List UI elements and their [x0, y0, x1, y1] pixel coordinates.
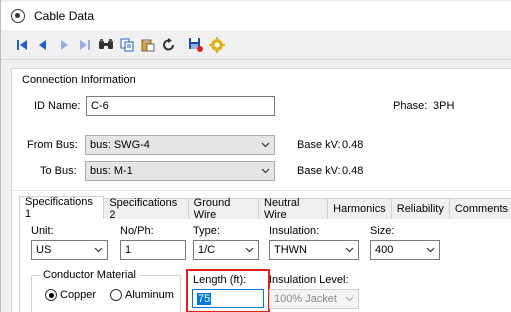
- copy-icon[interactable]: [118, 36, 136, 54]
- insulation-select[interactable]: THWN: [269, 240, 359, 260]
- previous-record-icon[interactable]: [34, 36, 52, 54]
- conductor-material-label: Conductor Material: [40, 269, 139, 281]
- last-record-icon[interactable]: [76, 36, 94, 54]
- window-title: Cable Data: [34, 9, 95, 23]
- phase-label: Phase:: [393, 100, 428, 112]
- divider: [12, 190, 511, 191]
- from-bus-label: From Bus:: [27, 139, 78, 151]
- to-bus-label: To Bus:: [40, 165, 77, 177]
- radio-unchecked-icon: [110, 289, 122, 301]
- insulation-level-value: 100% Jacket: [274, 293, 337, 305]
- tab-neutral-wire[interactable]: Neutral Wire: [258, 197, 329, 221]
- insulation-level-label: Insulation Level:: [269, 274, 349, 286]
- to-base-kv-label: Base kV:: [297, 165, 341, 177]
- type-value: 1/C: [198, 244, 216, 256]
- tab-strip: Specifications 1 Specifications 2 Ground…: [19, 196, 511, 221]
- to-base-kv-value: 0.48: [342, 165, 364, 177]
- id-name-field[interactable]: C-6: [86, 96, 275, 116]
- aluminum-label: Aluminum: [125, 289, 174, 301]
- no-ph-label: No/Ph:: [120, 225, 154, 237]
- chevron-down-icon: [344, 245, 354, 255]
- unit-select[interactable]: US: [31, 240, 108, 260]
- from-bus-value: bus: SWG-4: [90, 139, 150, 151]
- chevron-down-icon: [344, 294, 354, 304]
- chevron-down-icon: [260, 140, 270, 150]
- find-icon[interactable]: [97, 36, 115, 54]
- insulation-label: Insulation:: [269, 225, 320, 237]
- tab-harmonics[interactable]: Harmonics: [327, 198, 392, 219]
- size-value: 400: [375, 244, 394, 256]
- id-name-value: C-6: [91, 100, 109, 112]
- unit-label: Unit:: [31, 225, 54, 237]
- specifications-1-panel: Unit: US No/Ph: 1 Type: 1/C Insulation: …: [19, 219, 511, 312]
- chevron-down-icon: [244, 245, 254, 255]
- from-base-kv-label: Base kV:: [297, 139, 341, 151]
- tab-specifications-1[interactable]: Specifications 1: [19, 196, 105, 220]
- next-record-icon[interactable]: [55, 36, 73, 54]
- id-name-label: ID Name:: [34, 100, 81, 112]
- insulation-level-select[interactable]: 100% Jacket: [269, 289, 359, 309]
- toolbar: [1, 30, 511, 60]
- tab-ground-wire[interactable]: Ground Wire: [187, 197, 259, 221]
- cable-data-window: Cable Data Connection Information ID Nam…: [0, 0, 511, 312]
- title-bar: Cable Data: [1, 2, 511, 30]
- tab-specifications-2[interactable]: Specifications 2: [103, 197, 189, 221]
- no-ph-value: 1: [125, 244, 132, 256]
- to-bus-select[interactable]: bus: M-1: [85, 161, 275, 181]
- conductor-material-group: Conductor Material Copper Aluminum: [31, 269, 181, 312]
- from-base-kv-value: 0.48: [342, 139, 364, 151]
- size-label: Size:: [370, 225, 395, 237]
- first-record-icon[interactable]: [13, 36, 31, 54]
- undo-icon[interactable]: [160, 36, 178, 54]
- size-select[interactable]: 400: [370, 240, 440, 260]
- to-bus-value: bus: M-1: [90, 165, 133, 177]
- paste-icon[interactable]: [139, 36, 157, 54]
- from-bus-select[interactable]: bus: SWG-4: [85, 135, 275, 155]
- copper-radio[interactable]: Copper: [45, 289, 96, 301]
- chevron-down-icon: [260, 166, 270, 176]
- app-icon: [11, 9, 25, 23]
- insulation-value: THWN: [274, 244, 307, 256]
- settings-icon[interactable]: [208, 36, 226, 54]
- unit-value: US: [36, 244, 52, 256]
- form-content: Connection Information ID Name: C-6 Phas…: [11, 68, 511, 312]
- tab-reliability[interactable]: Reliability: [390, 198, 450, 219]
- aluminum-radio[interactable]: Aluminum: [110, 289, 174, 301]
- radio-checked-icon: [45, 289, 57, 301]
- length-label: Length (ft):: [193, 274, 247, 286]
- no-ph-field[interactable]: 1: [120, 240, 186, 260]
- connection-info-label: Connection Information: [22, 74, 136, 86]
- type-select[interactable]: 1/C: [193, 240, 259, 260]
- chevron-down-icon: [425, 245, 435, 255]
- chevron-down-icon: [93, 245, 103, 255]
- copper-label: Copper: [60, 289, 97, 301]
- length-value: 75: [197, 292, 212, 305]
- type-label: Type:: [193, 225, 220, 237]
- phase-value: 3PH: [433, 100, 455, 112]
- save-icon[interactable]: [187, 36, 205, 54]
- tab-comments[interactable]: Comments: [448, 198, 511, 219]
- length-field[interactable]: 75: [192, 289, 264, 308]
